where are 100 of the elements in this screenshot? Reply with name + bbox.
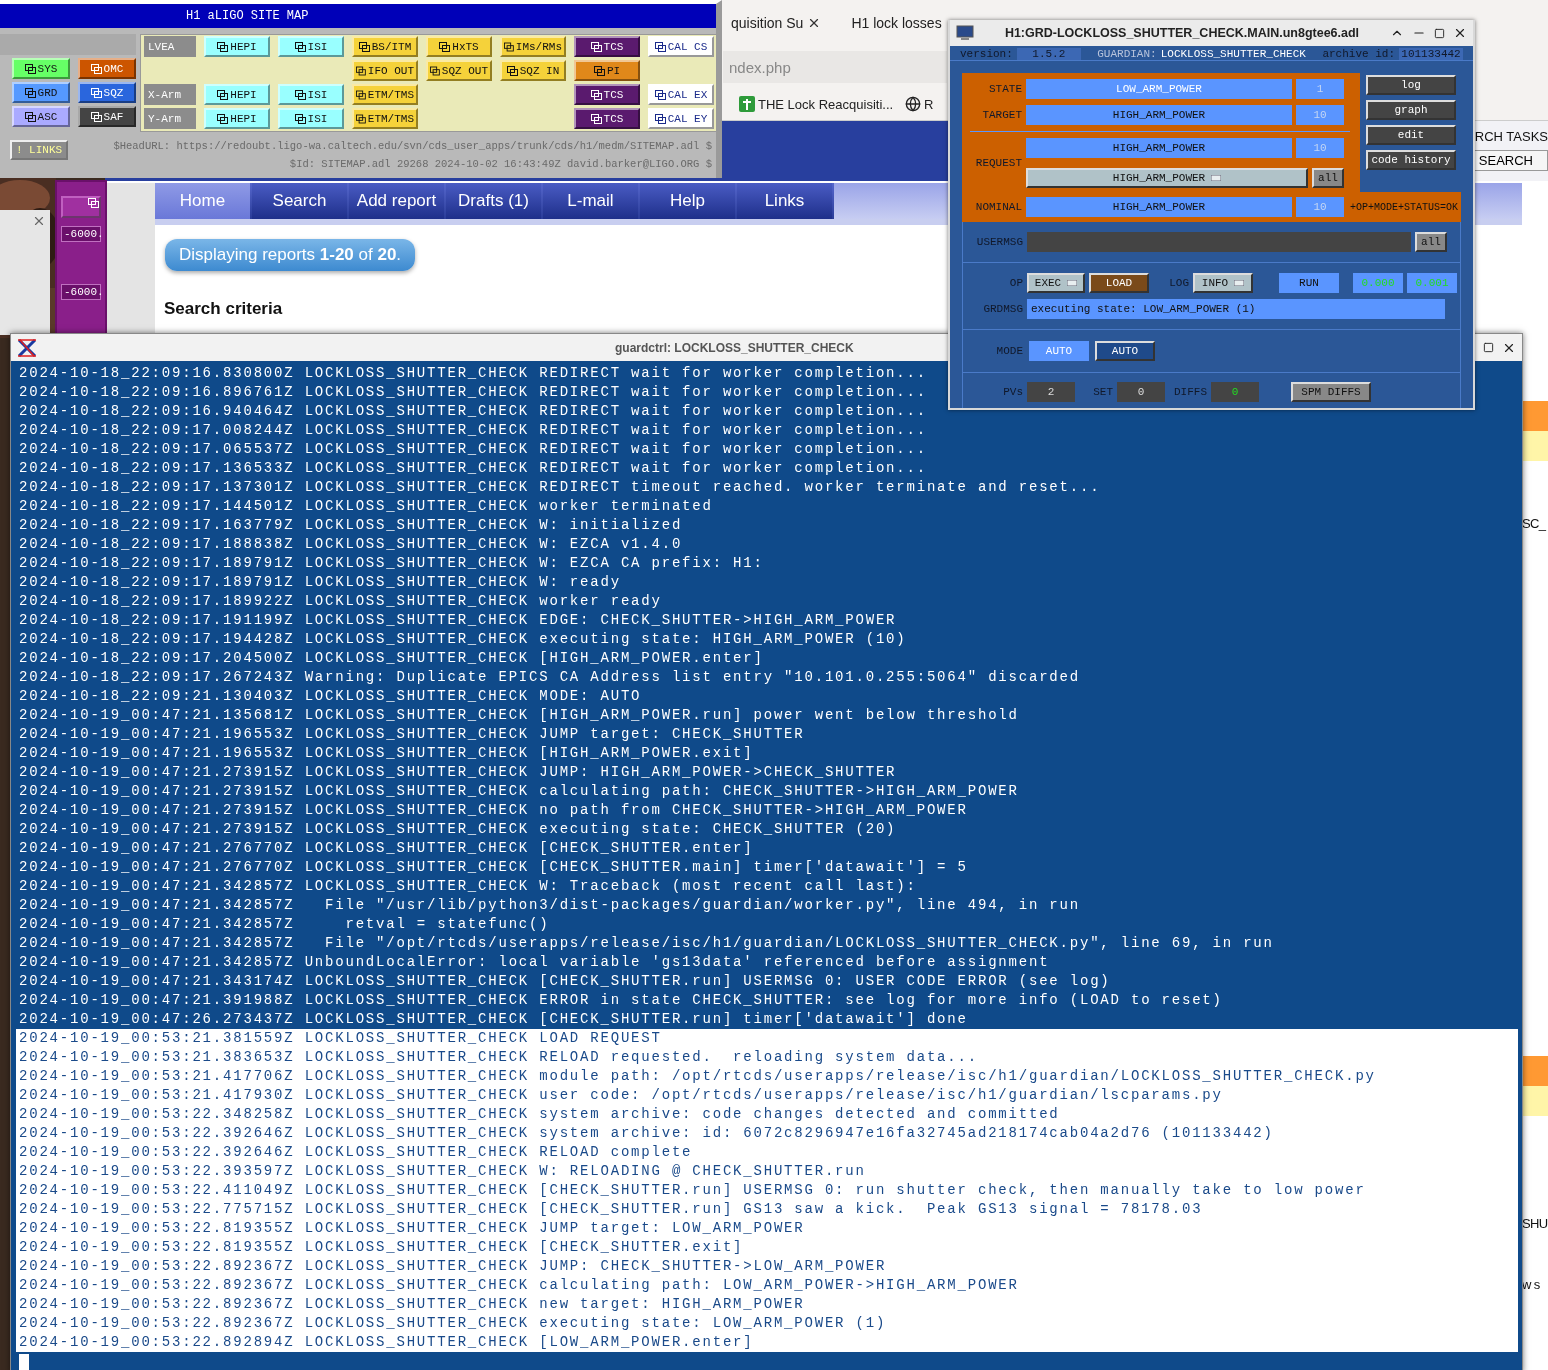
svn-url: $HeadURL: https://redoubt.ligo-wa.caltech.edu/svn/cds_user_apps/trunk/cds/h1/medm/SITEMAP.adl $ — [113, 140, 712, 152]
windows-icon — [90, 63, 102, 74]
load-button[interactable]: LOAD — [1089, 273, 1149, 293]
timing-value: 0.001 — [1407, 273, 1457, 293]
window-title: H1 aLIGO SITE MAP — [0, 4, 716, 28]
windows-icon — [217, 41, 229, 52]
archive-label: archive id: — [1322, 48, 1395, 60]
sitemap-button[interactable]: ISI — [278, 84, 344, 105]
version-value: 1.5.2 — [1016, 48, 1081, 60]
plus-icon — [739, 96, 755, 112]
sitemap-button[interactable]: HxTS — [426, 36, 492, 57]
nav-tab[interactable]: Search — [252, 183, 347, 219]
windows-icon — [590, 41, 602, 52]
sitemap-button[interactable]: SAF — [78, 106, 136, 127]
sitemap-button[interactable]: TCS — [574, 36, 640, 57]
close-icon[interactable] — [1453, 26, 1467, 40]
set-value: 0 — [1117, 382, 1165, 402]
target-label: TARGET — [981, 109, 1022, 121]
request-menu[interactable]: HIGH_ARM_POWER — [1026, 168, 1308, 188]
maximize-icon[interactable] — [1434, 27, 1445, 39]
windows-icon — [90, 111, 102, 122]
log-line: 2024-10-18_22:09:17.191199Z LOCKLOSS_SHUTTER_CHECK EDGE: CHECK_SHUTTER->HIGH_ARM_POWER — [18, 611, 897, 630]
log-line: 2024-10-18_22:09:17.008244Z LOCKLOSS_SHUTTER_CHECK REDIRECT wait for worker completion... — [18, 421, 927, 440]
maximize-icon[interactable] — [1483, 342, 1494, 353]
guardian-label: GUARDIAN: — [1097, 48, 1157, 60]
readout-field: -6000. — [61, 226, 101, 242]
log-line: 2024-10-18_22:09:16.896761Z LOCKLOSS_SHUTTER_CHECK REDIRECT wait for worker completion... — [18, 383, 927, 402]
sitemap-button[interactable]: SYS — [12, 58, 70, 79]
menu-indicator-icon — [1234, 280, 1245, 286]
sitemap-button[interactable]: ISI — [278, 36, 344, 57]
log-line: 2024-10-19_00:47:21.273915Z LOCKLOSS_SHUTTER_CHECK no path from CHECK_SHUTTER->HIGH_ARM_POWER — [18, 801, 968, 820]
log-line: 2024-10-18_22:09:17.065537Z LOCKLOSS_SHUTTER_CHECK REDIRECT wait for worker completion... — [18, 440, 927, 459]
sitemap-button[interactable]: ISI — [278, 108, 344, 129]
sitemap-button[interactable]: CAL EY — [648, 108, 714, 129]
op-menu[interactable]: EXEC — [1027, 273, 1085, 293]
pvs-label: PVs — [1002, 386, 1023, 398]
nav-tab[interactable]: Links — [737, 183, 832, 219]
cut-text: SHU — [1522, 1216, 1548, 1231]
request-label: REQUEST — [974, 157, 1022, 169]
browser-tab[interactable]: quisition Su — [725, 6, 828, 40]
windows-icon — [294, 89, 306, 100]
sitemap-button[interactable]: IMs/RMs — [500, 36, 566, 57]
spm-diffs-button[interactable]: SPM DIFFS — [1291, 382, 1371, 402]
area-label: LVEA — [144, 36, 196, 57]
sitemap-button[interactable]: PI — [574, 60, 640, 81]
pvs-value: 2 — [1027, 382, 1075, 402]
sitemap-button[interactable]: HEPI — [204, 36, 270, 57]
bookmark[interactable]: R — [905, 96, 934, 112]
diffs-value: 0 — [1211, 382, 1259, 402]
log-line: 2024-10-19_00:47:21.273915Z LOCKLOSS_SHUTTER_CHECK JUMP: HIGH_ARM_POWER->CHECK_SHUTTER — [18, 763, 897, 782]
log-menu[interactable]: INFO — [1193, 273, 1253, 293]
sitemap-button[interactable]: CAL EX — [648, 84, 714, 105]
mode-button[interactable]: AUTO — [1095, 341, 1155, 361]
browser-tab[interactable]: H1 lock losses — [845, 6, 948, 40]
log-line: 2024-10-19_00:47:21.343174Z LOCKLOSS_SHUTTER_CHECK [CHECK_SHUTTER.run] USERMSG 0: USER CODE ERROR (see log) — [18, 972, 1111, 991]
sitemap-button[interactable]: SQZ OUT — [426, 60, 492, 81]
nav-tab[interactable]: Help — [640, 183, 735, 219]
side-button[interactable]: graph — [1366, 100, 1456, 120]
windows-icon — [24, 63, 36, 74]
windows-icon — [24, 111, 36, 122]
sitemap-button[interactable]: TCS — [574, 108, 640, 129]
side-button[interactable]: edit — [1366, 125, 1456, 145]
log-line: 2024-10-19_00:47:21.276770Z LOCKLOSS_SHUTTER_CHECK [CHECK_SHUTTER.enter] — [18, 839, 754, 858]
nav-tab[interactable]: Drafts (1) — [446, 183, 541, 219]
panel-button[interactable] — [61, 196, 101, 218]
nav-tab[interactable]: L-mail — [543, 183, 638, 219]
sitemap-button[interactable]: IFO OUT — [352, 60, 418, 81]
sitemap-button[interactable]: HEPI — [204, 84, 270, 105]
windows-icon — [506, 65, 518, 76]
sitemap-button[interactable]: HEPI — [204, 108, 270, 129]
sitemap-button[interactable]: TCS — [574, 84, 640, 105]
nominal-label: NOMINAL — [974, 201, 1022, 213]
sitemap-button[interactable]: BS/ITM — [352, 36, 418, 57]
log-line: 2024-10-19_00:47:21.273915Z LOCKLOSS_SHUTTER_CHECK calculating path: CHECK_SHUTTER->HIGH_ARM_POWER — [18, 782, 1019, 801]
set-label: SET — [1092, 386, 1113, 398]
sitemap-button[interactable]: CAL CS — [648, 36, 714, 57]
side-button[interactable]: code history — [1366, 150, 1456, 170]
tasks-heading: RCH TASKS — [1473, 129, 1548, 144]
run-status: RUN — [1279, 273, 1339, 293]
all-button[interactable]: all — [1415, 232, 1447, 252]
sitemap-button[interactable]: ETM/TMS — [352, 108, 418, 129]
log-line: 2024-10-18_22:09:17.267243Z Warning: Duplicate EPICS CA Address list entry "10.101.0.255:5064" discarded — [18, 668, 1080, 687]
nav-tab[interactable]: Add report — [349, 183, 444, 219]
sitemap-button[interactable]: ASC — [12, 106, 70, 127]
banner-strip — [1522, 1056, 1548, 1086]
nominal-value: HIGH_ARM_POWER — [1026, 197, 1292, 217]
sitemap-button[interactable]: GRD — [12, 82, 70, 103]
sitemap-button[interactable]: ETM/TMS — [352, 84, 418, 105]
sitemap-button[interactable]: SQZ — [78, 82, 136, 103]
all-button[interactable]: all — [1312, 168, 1344, 188]
bookmark[interactable]: THE Lock Reacquisiti... — [739, 96, 894, 112]
log-line: 2024-10-18_22:09:17.204500Z LOCKLOSS_SHUTTER_CHECK [HIGH_ARM_POWER.enter] — [18, 649, 764, 668]
log-line: 2024-10-19_00:47:21.342857Z retval = statefunc() — [18, 915, 550, 934]
sitemap-button[interactable]: OMC — [78, 58, 136, 79]
text-cursor — [19, 1354, 29, 1370]
sitemap-button[interactable]: SQZ IN — [500, 60, 566, 81]
log-line: 2024-10-19_00:47:26.273437Z LOCKLOSS_SHUTTER_CHECK [CHECK_SHUTTER.run] timer['datawait'] done — [18, 1010, 968, 1029]
side-button[interactable]: log — [1366, 75, 1456, 95]
window-title: H1:GRD-LOCKLOSS_SHUTTER_CHECK.MAIN.un8gtee6.adl — [1003, 26, 1361, 40]
grdmsg-label: GRDMSG — [982, 303, 1023, 315]
